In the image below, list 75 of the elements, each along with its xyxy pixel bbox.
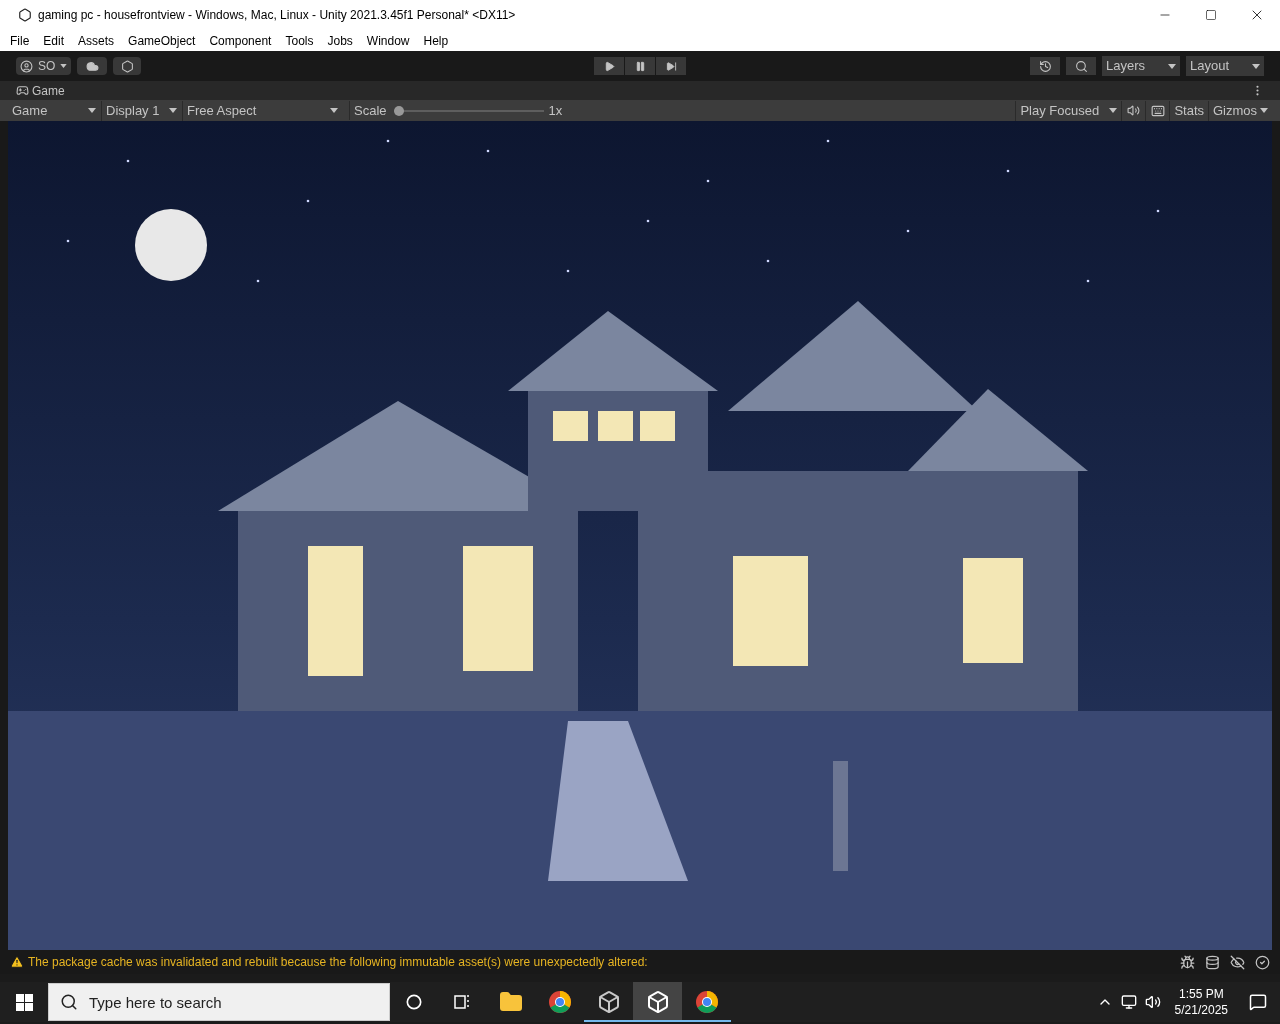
gamepad-icon bbox=[16, 84, 29, 97]
menu-item[interactable]: Assets bbox=[78, 31, 115, 50]
slider-thumb[interactable] bbox=[393, 105, 404, 116]
layers-dropdown[interactable]: Layers bbox=[1102, 56, 1180, 76]
scale-reading: 1x bbox=[548, 101, 563, 120]
date-text: 5/21/2025 bbox=[1174, 1002, 1228, 1018]
stats-button[interactable]: Stats bbox=[1169, 100, 1208, 121]
check-circle-icon[interactable] bbox=[1255, 954, 1270, 970]
caret-icon bbox=[60, 64, 68, 68]
speaker-icon[interactable] bbox=[1144, 994, 1161, 1010]
keyboard-icon bbox=[1150, 103, 1165, 118]
speaker-icon bbox=[1127, 104, 1141, 117]
task-view-icon bbox=[453, 994, 471, 1010]
search-icon bbox=[60, 993, 78, 1011]
menu-item[interactable]: GameObject bbox=[128, 31, 196, 50]
chrome-icon bbox=[694, 990, 719, 1014]
game-tab[interactable]: Game bbox=[16, 81, 65, 100]
menu-item[interactable]: Edit bbox=[43, 31, 65, 50]
warning-icon bbox=[10, 955, 24, 969]
chrome-icon bbox=[547, 990, 572, 1014]
menu-item[interactable]: File bbox=[10, 31, 30, 50]
scale-slider[interactable] bbox=[393, 104, 544, 117]
menu-item[interactable]: Help bbox=[423, 31, 449, 50]
history-icon bbox=[1038, 59, 1052, 73]
cloud-button[interactable] bbox=[77, 57, 108, 75]
play-mode-dropdown[interactable]: Play Focused bbox=[1015, 100, 1122, 121]
circle-icon bbox=[406, 994, 422, 1010]
layout-dropdown[interactable]: Layout bbox=[1186, 56, 1264, 76]
menu-item[interactable]: Tools bbox=[285, 31, 314, 50]
pause-icon bbox=[634, 60, 646, 72]
display-dropdown[interactable]: Display 1 bbox=[101, 100, 181, 121]
step-icon bbox=[665, 60, 677, 72]
search-button[interactable] bbox=[1066, 57, 1096, 75]
account-icon bbox=[20, 59, 33, 73]
caret-icon bbox=[330, 108, 338, 113]
history-button[interactable] bbox=[1030, 57, 1060, 75]
menu-item[interactable]: Component bbox=[209, 31, 272, 50]
search-icon bbox=[1074, 59, 1088, 73]
scale-label: Scale bbox=[349, 100, 387, 121]
notification-icon bbox=[1249, 993, 1267, 1011]
step-button[interactable] bbox=[656, 57, 686, 75]
taskbar-search-field[interactable]: Type here to search bbox=[48, 983, 390, 1021]
aspect-dropdown[interactable]: Free Aspect bbox=[182, 100, 342, 121]
play-icon bbox=[603, 60, 615, 72]
cube-icon bbox=[596, 990, 621, 1014]
menu-item[interactable]: Jobs bbox=[327, 31, 353, 50]
clock[interactable]: 1:55 PM 5/21/2025 bbox=[1170, 986, 1232, 1018]
window-title: gaming pc - housefrontview - Windows, Mac, Linux - Unity 2021.3.45f1 Personal* <DX11> bbox=[38, 7, 516, 24]
folder-icon bbox=[498, 990, 523, 1014]
unity-logo-icon bbox=[18, 8, 32, 22]
cube-icon bbox=[645, 990, 670, 1014]
bug-icon[interactable] bbox=[1180, 954, 1195, 970]
caret-icon bbox=[88, 108, 96, 113]
hexagon-icon bbox=[120, 59, 134, 73]
caret-icon bbox=[1260, 108, 1268, 113]
menu-item[interactable]: Window bbox=[366, 31, 410, 50]
status-message: The package cache was invalidated and rebuilt because the following immutable asset(s) were unexpectedly altered: bbox=[28, 954, 648, 971]
database-icon[interactable] bbox=[1205, 954, 1220, 970]
taskbar-app[interactable] bbox=[633, 982, 682, 1022]
time-text: 1:55 PM bbox=[1178, 986, 1224, 1002]
collab-button[interactable] bbox=[113, 57, 142, 75]
account-dropdown[interactable]: SO bbox=[16, 57, 72, 75]
play-button[interactable] bbox=[594, 57, 624, 75]
caret-icon bbox=[169, 108, 177, 113]
view-dropdown[interactable]: Game bbox=[8, 100, 100, 121]
caret-icon bbox=[1168, 63, 1176, 69]
gizmos-dropdown[interactable]: Gizmos bbox=[1208, 100, 1272, 121]
caret-icon bbox=[1109, 108, 1118, 113]
caret-icon bbox=[1252, 63, 1260, 69]
pause-button[interactable] bbox=[625, 57, 655, 75]
cloud-icon bbox=[85, 59, 99, 73]
windows-logo-icon bbox=[15, 993, 33, 1011]
maximize-icon bbox=[1205, 9, 1217, 21]
eye-off-icon[interactable] bbox=[1230, 954, 1245, 970]
network-icon[interactable] bbox=[1120, 994, 1137, 1010]
